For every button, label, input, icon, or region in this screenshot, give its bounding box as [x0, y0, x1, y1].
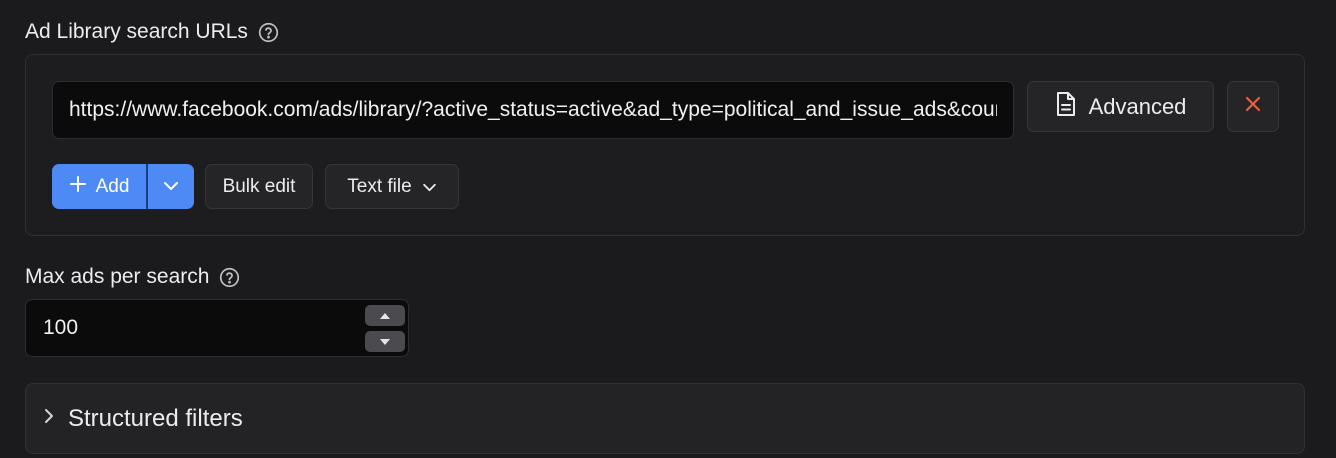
plus-icon: [69, 175, 87, 199]
document-icon: [1055, 91, 1077, 123]
help-icon[interactable]: [219, 267, 240, 288]
search-url-input[interactable]: [52, 81, 1014, 139]
increment-button[interactable]: [365, 305, 405, 326]
caret-up-icon: [379, 307, 391, 325]
chevron-right-icon: [44, 408, 54, 429]
search-urls-panel: Advanced Add Bulk edit: [25, 54, 1305, 236]
max-ads-label: Max ads per search: [25, 265, 210, 288]
search-urls-label: Ad Library search URLs: [25, 20, 248, 43]
text-file-button[interactable]: Text file: [325, 164, 459, 209]
help-icon[interactable]: [258, 22, 279, 43]
bulk-edit-label: Bulk edit: [222, 175, 296, 197]
structured-filters-title: Structured filters: [68, 404, 243, 432]
text-file-label: Text file: [347, 175, 412, 197]
remove-url-button[interactable]: [1227, 81, 1279, 132]
decrement-button[interactable]: [365, 331, 405, 352]
search-urls-label-row: Ad Library search URLs: [25, 20, 279, 44]
add-label: Add: [95, 175, 130, 197]
add-button-group: Add: [52, 164, 194, 209]
advanced-button[interactable]: Advanced: [1027, 81, 1214, 132]
structured-filters-toggle[interactable]: Structured filters: [25, 383, 1305, 454]
max-ads-field: [25, 299, 409, 357]
max-ads-input[interactable]: [26, 300, 356, 356]
advanced-label: Advanced: [1088, 93, 1187, 119]
caret-down-icon: [379, 333, 391, 351]
add-button[interactable]: Add: [52, 164, 146, 209]
chevron-down-icon: [422, 176, 437, 198]
max-ads-label-row: Max ads per search: [25, 265, 240, 289]
close-icon: [1245, 96, 1261, 117]
bulk-edit-button[interactable]: Bulk edit: [205, 164, 313, 209]
chevron-down-icon: [163, 178, 179, 196]
add-options-button[interactable]: [148, 164, 194, 209]
